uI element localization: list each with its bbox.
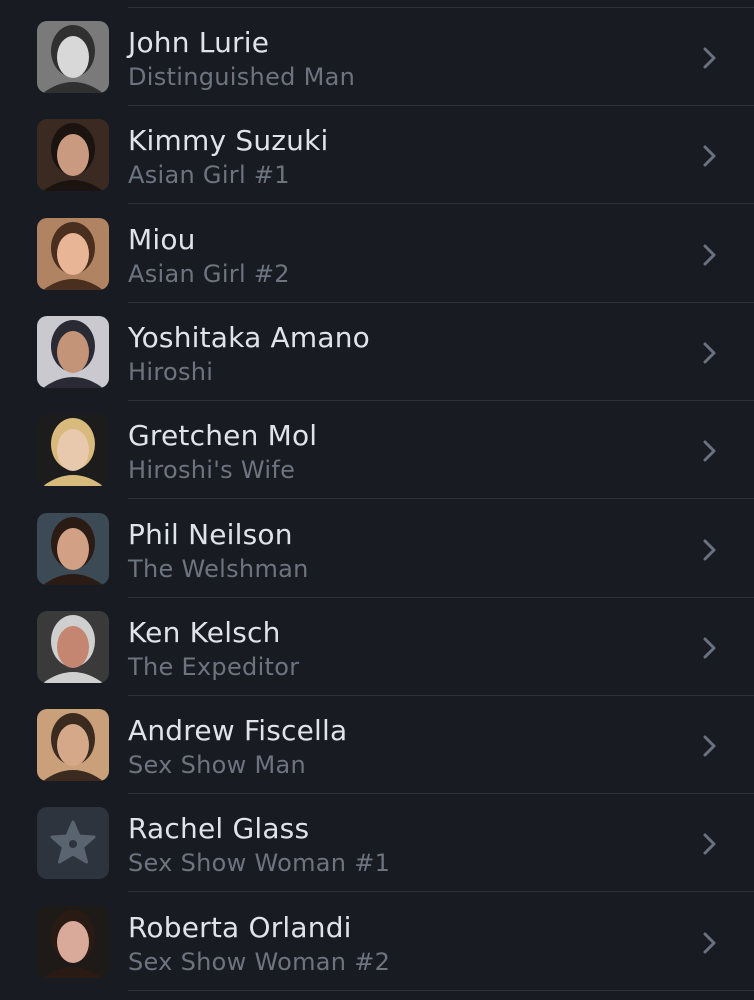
- person-photo-icon: [37, 21, 109, 93]
- cast-role: Asian Girl #1: [128, 161, 290, 190]
- cast-name: Miou: [128, 222, 196, 256]
- cast-name: Phil Neilson: [128, 517, 293, 551]
- person-photo-icon: [37, 610, 109, 683]
- cast-role: Sex Show Woman #2: [128, 947, 391, 976]
- chevron-right-icon: [700, 538, 720, 562]
- cast-row[interactable]: John Lurie Distinguished Man: [0, 8, 754, 106]
- cast-role: Sex Show Woman #1: [128, 849, 391, 878]
- chevron-right-icon: [700, 439, 720, 463]
- cast-role: Hiroshi: [128, 357, 214, 386]
- person-photo-icon: [37, 905, 109, 978]
- chevron-right-icon: [700, 46, 720, 70]
- chevron-right-icon: [700, 931, 720, 955]
- divider: [128, 989, 754, 991]
- chevron-right-icon: [700, 832, 720, 856]
- star-placeholder-icon: [37, 807, 109, 880]
- person-photo-icon: [37, 217, 109, 290]
- cast-row[interactable]: Ken Kelsch The Expeditor: [0, 598, 754, 696]
- cast-name: Rachel Glass: [128, 812, 310, 846]
- cast-role: Sex Show Man: [128, 751, 307, 780]
- cast-row[interactable]: Kimmy Suzuki Asian Girl #1: [0, 106, 754, 205]
- person-photo-icon: [37, 315, 109, 388]
- cast-role: Hiroshi's Wife: [128, 456, 296, 485]
- chevron-right-icon: [700, 636, 720, 660]
- person-photo-icon: [37, 709, 109, 782]
- cast-row[interactable]: Rachel Glass Sex Show Woman #1: [0, 794, 754, 893]
- cast-name: Roberta Orlandi: [128, 910, 352, 944]
- cast-row[interactable]: Gretchen Mol Hiroshi's Wife: [0, 401, 754, 500]
- person-photo-icon: [37, 512, 109, 585]
- person-photo-icon: [37, 119, 109, 192]
- cast-name: Kimmy Suzuki: [128, 124, 329, 158]
- cast-row[interactable]: Roberta Orlandi Sex Show Woman #2: [0, 893, 754, 991]
- cast-role: The Welshman: [128, 554, 309, 583]
- cast-role: Distinguished Man: [128, 63, 356, 91]
- cast-row[interactable]: Miou Asian Girl #2: [0, 205, 754, 303]
- cast-name: Gretchen Mol: [128, 419, 318, 453]
- cast-name: John Lurie: [128, 26, 270, 59]
- chevron-right-icon: [700, 144, 720, 168]
- cast-row[interactable]: Andrew Fiscella Sex Show Man: [0, 696, 754, 795]
- chevron-right-icon: [700, 341, 720, 365]
- chevron-right-icon: [700, 243, 720, 267]
- cast-name: Andrew Fiscella: [128, 714, 348, 748]
- person-photo-icon: [37, 414, 109, 487]
- chevron-right-icon: [700, 734, 720, 758]
- cast-row[interactable]: Yoshitaka Amano Hiroshi: [0, 303, 754, 401]
- cast-row[interactable]: Phil Neilson The Welshman: [0, 500, 754, 598]
- cast-list: John Lurie Distinguished Man Kimmy Suzuk…: [0, 0, 754, 1000]
- cast-role: Asian Girl #2: [128, 259, 290, 288]
- cast-name: Ken Kelsch: [128, 615, 281, 649]
- cast-name: Yoshitaka Amano: [128, 320, 371, 354]
- cast-role: The Expeditor: [128, 652, 300, 681]
